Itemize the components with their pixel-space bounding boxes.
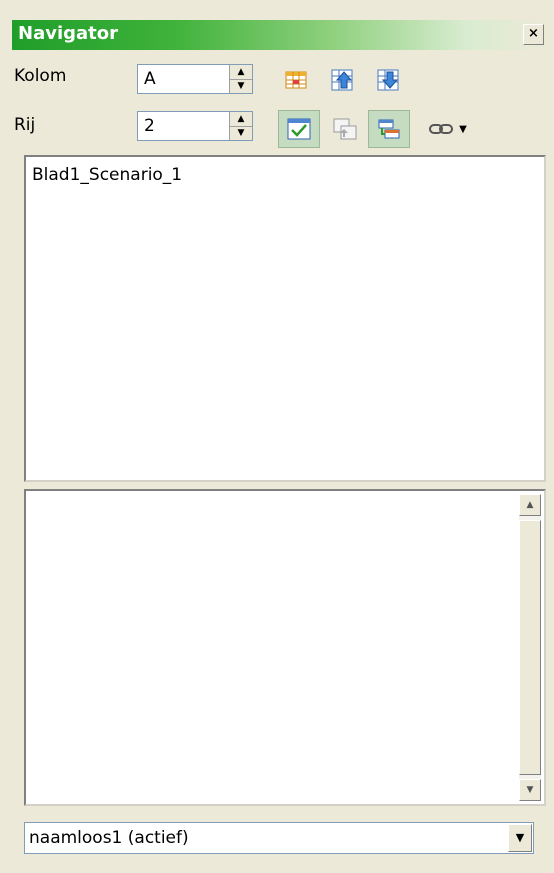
close-icon: × bbox=[528, 26, 539, 41]
start-icon bbox=[331, 69, 353, 91]
row-spin-arrows: ▲ ▼ bbox=[229, 112, 252, 140]
close-button[interactable]: × bbox=[523, 24, 544, 45]
scenario-list[interactable]: Blad1_Scenario_1 bbox=[24, 155, 546, 482]
end-icon bbox=[377, 69, 399, 91]
scroll-up-button[interactable]: ▲ bbox=[519, 494, 541, 516]
drag-mode-icon bbox=[429, 124, 454, 134]
scroll-thumb[interactable] bbox=[519, 520, 541, 775]
vertical-scrollbar[interactable]: ▲ ▼ bbox=[519, 494, 541, 801]
scenarios-icon bbox=[378, 119, 400, 139]
navigator-panel: Navigator × Kolom A ▲ ▼ Rij 2 ▲ ▼ ▼ Blad… bbox=[0, 0, 554, 873]
row-label: Rij bbox=[14, 115, 36, 135]
contents-icon bbox=[287, 118, 311, 140]
drag-mode-button[interactable]: ▼ bbox=[418, 110, 478, 148]
start-button[interactable] bbox=[321, 61, 363, 99]
row-value[interactable]: 2 bbox=[144, 116, 155, 136]
data-range-button[interactable] bbox=[275, 61, 317, 99]
column-spin-arrows: ▲ ▼ bbox=[229, 65, 252, 93]
column-value[interactable]: A bbox=[144, 69, 156, 89]
chevron-up-icon: ▲ bbox=[526, 500, 534, 510]
column-spinbox[interactable]: A ▲ ▼ bbox=[137, 64, 253, 94]
scroll-down-button[interactable]: ▼ bbox=[519, 779, 541, 801]
scenario-comment-box[interactable]: ▲ ▼ bbox=[24, 489, 546, 806]
chevron-down-icon: ▼ bbox=[515, 831, 525, 844]
data-range-icon bbox=[285, 71, 307, 89]
scenarios-button[interactable] bbox=[368, 110, 410, 148]
column-spin-down[interactable]: ▼ bbox=[230, 79, 252, 93]
list-item[interactable]: Blad1_Scenario_1 bbox=[32, 165, 182, 185]
column-label: Kolom bbox=[14, 66, 67, 86]
column-spin-up[interactable]: ▲ bbox=[230, 65, 252, 80]
title-bar[interactable]: Navigator × bbox=[12, 20, 546, 50]
window-title: Navigator bbox=[18, 23, 118, 44]
document-select-value: naamloos1 (actief) bbox=[29, 828, 189, 848]
chevron-down-icon: ▼ bbox=[526, 785, 534, 795]
contents-button[interactable] bbox=[278, 110, 320, 148]
row-spin-down[interactable]: ▼ bbox=[230, 126, 252, 140]
row-spinbox[interactable]: 2 ▲ ▼ bbox=[137, 111, 253, 141]
toggle-icon bbox=[333, 118, 357, 140]
toggle-button[interactable] bbox=[324, 110, 366, 148]
row-spin-up[interactable]: ▲ bbox=[230, 112, 252, 127]
end-button[interactable] bbox=[367, 61, 409, 99]
document-select-dropdown-button[interactable]: ▼ bbox=[508, 824, 532, 852]
chevron-down-icon[interactable]: ▼ bbox=[459, 124, 467, 135]
document-select[interactable]: naamloos1 (actief) ▼ bbox=[24, 822, 534, 854]
